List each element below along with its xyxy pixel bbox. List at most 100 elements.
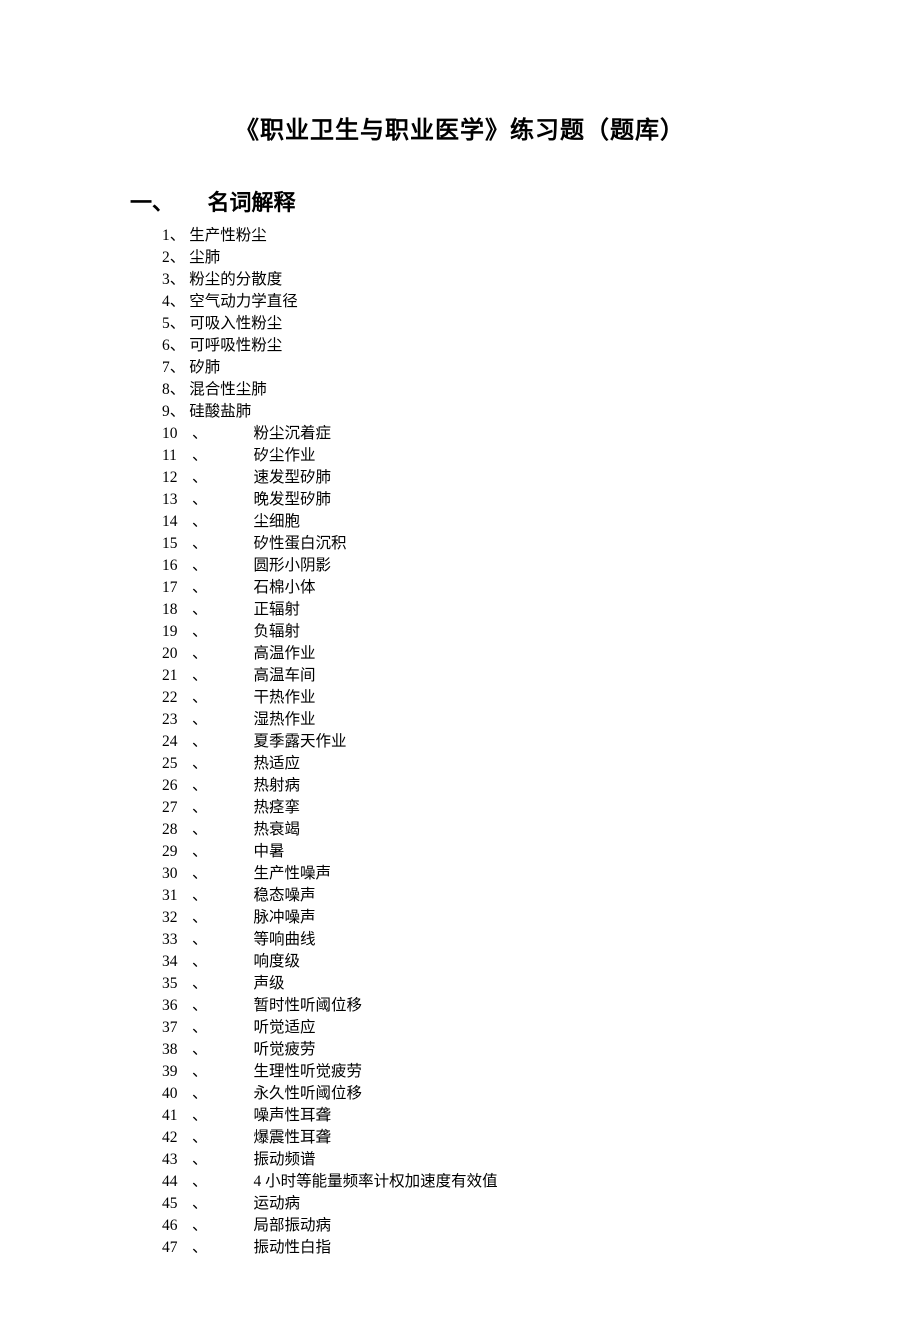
item-term: 振动性白指	[254, 1237, 332, 1259]
list-item: 9、硅酸盐肺	[130, 401, 790, 423]
item-term: 晚发型矽肺	[254, 489, 332, 511]
list-item: 34、响度级	[130, 951, 790, 973]
item-term: 听觉疲劳	[254, 1039, 316, 1061]
list-item: 19、 负辐射	[130, 621, 790, 643]
list-item: 44、4 小时等能量频率计权加速度有效值	[130, 1171, 790, 1193]
item-separator: 、	[192, 753, 208, 775]
item-number: 44	[162, 1171, 192, 1193]
item-term: 等响曲线	[254, 929, 316, 951]
item-separator: 、	[192, 577, 208, 599]
section-label: 名词解释	[208, 185, 296, 217]
item-separator: 、	[192, 599, 208, 621]
item-term: 热适应	[254, 753, 301, 775]
item-separator: 、	[192, 775, 208, 797]
item-number: 34	[162, 951, 192, 973]
item-term: 中暑	[254, 841, 285, 863]
item-term: 热痉挛	[254, 797, 301, 819]
item-separator: 、	[192, 1149, 208, 1171]
item-separator: 、	[192, 709, 208, 731]
list-item: 46、局部振动病	[130, 1215, 790, 1237]
list-item: 45、运动病	[130, 1193, 790, 1215]
item-term: 生理性听觉疲劳	[254, 1061, 363, 1083]
item-term: 速发型矽肺	[254, 467, 332, 489]
list-item: 47、振动性白指	[130, 1237, 790, 1259]
list-item: 12、速发型矽肺	[130, 467, 790, 489]
item-term: 湿热作业	[254, 709, 316, 731]
item-separator: 、	[192, 951, 208, 973]
item-term: 热衰竭	[254, 819, 301, 841]
item-number: 1	[162, 225, 170, 247]
item-separator: 、	[192, 423, 208, 445]
item-separator: 、	[192, 907, 208, 929]
list-item: 41、噪声性耳聋	[130, 1105, 790, 1127]
list-item: 22、干热作业	[130, 687, 790, 709]
list-item: 5、可吸入性粉尘	[130, 313, 790, 335]
item-term: 振动频谱	[254, 1149, 316, 1171]
item-separator: 、	[192, 643, 208, 665]
item-separator: 、	[192, 445, 208, 467]
item-term: 高温作业	[254, 643, 316, 665]
item-term: 局部振动病	[254, 1215, 332, 1237]
item-number: 14	[162, 511, 192, 533]
item-separator: 、	[192, 555, 208, 577]
list-item: 26、热射病	[130, 775, 790, 797]
item-number: 18	[162, 599, 192, 621]
item-term: 热射病	[254, 775, 301, 797]
item-separator: 、	[192, 1193, 208, 1215]
item-term: 负辐射	[254, 621, 301, 643]
item-term: 暂时性听阈位移	[254, 995, 363, 1017]
item-separator: 、	[192, 1215, 208, 1237]
item-number: 39	[162, 1061, 192, 1083]
item-number: 38	[162, 1039, 192, 1061]
item-term: 矽尘作业	[254, 445, 316, 467]
item-number: 37	[162, 1017, 192, 1039]
item-separator: 、	[192, 1127, 208, 1149]
item-separator: 、	[170, 357, 186, 379]
item-number: 22	[162, 687, 192, 709]
item-number: 9	[162, 401, 170, 423]
item-term: 可呼吸性粉尘	[189, 335, 282, 357]
item-separator: 、	[170, 247, 186, 269]
list-item: 2、尘肺	[130, 247, 790, 269]
item-separator: 、	[192, 1083, 208, 1105]
item-number: 45	[162, 1193, 192, 1215]
list-item: 23、湿热作业	[130, 709, 790, 731]
item-separator: 、	[192, 731, 208, 753]
item-term: 石棉小体	[254, 577, 316, 599]
item-term: 爆震性耳聋	[254, 1127, 332, 1149]
item-separator: 、	[192, 511, 208, 533]
term-list: 1、生产性粉尘2、尘肺3、粉尘的分散度4、空气动力学直径5、可吸入性粉尘6、可呼…	[130, 225, 790, 1259]
item-term: 尘肺	[189, 247, 220, 269]
item-separator: 、	[170, 225, 186, 247]
item-separator: 、	[192, 1017, 208, 1039]
item-number: 16	[162, 555, 192, 577]
item-separator: 、	[192, 621, 208, 643]
item-number: 29	[162, 841, 192, 863]
item-separator: 、	[192, 489, 208, 511]
list-item: 29、中暑	[130, 841, 790, 863]
list-item: 35、声级	[130, 973, 790, 995]
list-item: 25、 热适应	[130, 753, 790, 775]
list-item: 31、稳态噪声	[130, 885, 790, 907]
item-separator: 、	[192, 665, 208, 687]
list-item: 16、 圆形小阴影	[130, 555, 790, 577]
item-term: 脉冲噪声	[254, 907, 316, 929]
item-separator: 、	[192, 819, 208, 841]
list-item: 30、生产性噪声	[130, 863, 790, 885]
item-separator: 、	[170, 379, 186, 401]
list-item: 36、暂时性听阈位移	[130, 995, 790, 1017]
item-number: 33	[162, 929, 192, 951]
list-item: 40、永久性听阈位移	[130, 1083, 790, 1105]
item-term: 圆形小阴影	[254, 555, 332, 577]
item-number: 19	[162, 621, 192, 643]
list-item: 8、混合性尘肺	[130, 379, 790, 401]
item-separator: 、	[192, 995, 208, 1017]
item-term: 声级	[254, 973, 285, 995]
item-number: 6	[162, 335, 170, 357]
item-separator: 、	[192, 885, 208, 907]
item-number: 40	[162, 1083, 192, 1105]
item-separator: 、	[170, 313, 186, 335]
item-number: 25	[162, 753, 192, 775]
item-term: 干热作业	[254, 687, 316, 709]
list-item: 39、生理性听觉疲劳	[130, 1061, 790, 1083]
